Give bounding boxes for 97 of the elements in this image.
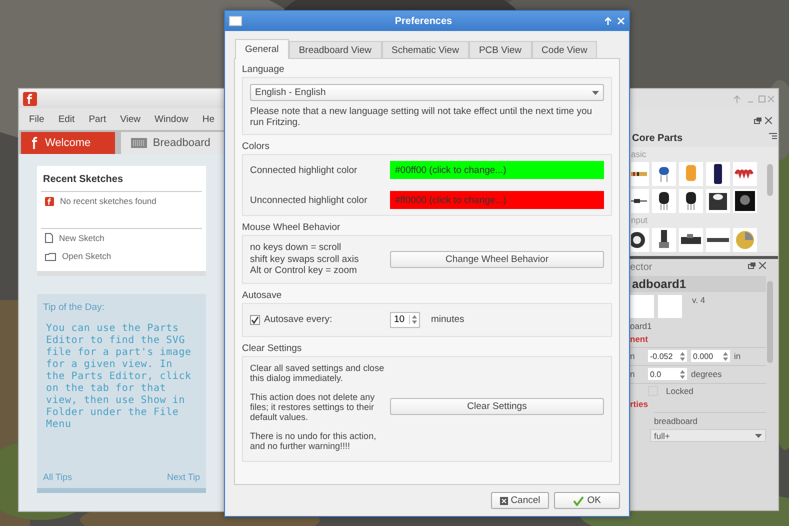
- unit-label: minutes: [431, 314, 464, 325]
- part-icon[interactable]: [631, 162, 649, 186]
- group-label: Colors: [242, 140, 270, 152]
- tip-title: Tip of the Day:: [43, 302, 106, 313]
- part-title: adboard1: [630, 276, 766, 292]
- image-thumbnail: [658, 295, 682, 318]
- section-heading: rties: [630, 399, 649, 409]
- settings-tab[interactable]: Code View: [532, 41, 598, 59]
- settings-tab[interactable]: Breadboard View: [288, 41, 382, 59]
- version-label: v. 4: [692, 295, 706, 305]
- close-icon[interactable]: [759, 262, 766, 269]
- menu-item[interactable]: View: [120, 114, 141, 124]
- part-icon[interactable]: [631, 189, 649, 213]
- number-field[interactable]: -0.052: [648, 350, 687, 362]
- section-heading: nent: [630, 334, 649, 344]
- sketch-link[interactable]: New Sketch: [59, 233, 104, 243]
- language-select[interactable]: English - English: [250, 84, 604, 101]
- empty-message: No recent sketches found: [60, 196, 156, 206]
- spin-arrows-icon[interactable]: [680, 352, 685, 360]
- checkmark-icon: [573, 496, 584, 506]
- unit-label: in: [734, 351, 741, 361]
- caret-icon: [755, 434, 762, 438]
- part-icon[interactable]: [706, 189, 730, 213]
- cancel-button[interactable]: Cancel: [490, 492, 550, 509]
- folder-icon: [45, 252, 56, 260]
- section-label: asic: [631, 148, 648, 161]
- row-label: n: [630, 369, 636, 379]
- view-tab[interactable]: Breadboard: [120, 132, 224, 154]
- help-text: shift key swaps scroll axis: [250, 254, 360, 265]
- warning-text: This action does not delete any files; it restores settings to their default values.: [250, 392, 376, 422]
- part-icon[interactable]: [652, 162, 676, 186]
- warning-text: Clear all saved settings and close this dialog immediately.: [250, 362, 386, 382]
- part-icon[interactable]: [652, 228, 676, 252]
- group-label: Autosave: [242, 288, 283, 300]
- window-icon: [229, 16, 242, 26]
- checkbox-label: Locked: [666, 386, 694, 396]
- number-field[interactable]: 0.0: [648, 368, 687, 380]
- part-icon[interactable]: [679, 228, 703, 252]
- card-title: Recent Sketches: [41, 172, 202, 192]
- document-icon: [45, 233, 53, 243]
- sketch-link[interactable]: Open Sketch: [62, 251, 112, 261]
- minutes-spinbox[interactable]: 10: [390, 312, 420, 328]
- warning-text: There is no undo for this action, and no further warning!!!!: [250, 430, 378, 450]
- unit-label: degrees: [691, 369, 722, 379]
- autosave-checkbox[interactable]: [250, 314, 260, 324]
- caret-icon: [592, 90, 599, 94]
- number-field[interactable]: 0.000: [691, 350, 730, 362]
- part-icon[interactable]: [706, 228, 730, 252]
- close-icon[interactable]: [765, 116, 772, 124]
- group-label: Language: [242, 63, 286, 75]
- ok-button[interactable]: OK: [554, 492, 620, 509]
- part-icon[interactable]: [679, 189, 703, 213]
- change-wheel-button[interactable]: Change Wheel Behavior: [390, 250, 604, 268]
- color-swatch-button[interactable]: #00ff00 (click to change...): [390, 161, 604, 179]
- menu-icon[interactable]: [769, 133, 777, 139]
- window-title: Preferences: [394, 16, 454, 26]
- spin-arrows-icon[interactable]: [680, 370, 685, 378]
- breadboard-icon: [130, 138, 147, 148]
- color-label: Connected highlight color: [250, 164, 358, 176]
- tip-text: You can use the Parts Editor to find the SVG file for a part's image for a given view. In the Parts Editor, click on the tab for that view, then use Show in Folder under the File Menu: [45, 322, 192, 432]
- group-label: Mouse Wheel Behavior: [242, 221, 342, 233]
- group-label: Clear Settings: [242, 342, 303, 354]
- settings-tab[interactable]: Schematic View: [382, 41, 469, 59]
- view-tab[interactable]: Welcome: [21, 132, 115, 154]
- app-logo-icon: [23, 92, 37, 106]
- app-logo-icon: [45, 196, 54, 206]
- color-label: Unconnected highlight color: [250, 194, 368, 206]
- part-subtitle: oard1: [630, 321, 653, 331]
- language-note: Please note that a new language setting will not take effect until the next time you run Fritzing.: [250, 106, 594, 128]
- settings-tab[interactable]: General: [235, 39, 289, 59]
- help-text: no keys down = scroll: [250, 242, 342, 254]
- family-value: breadboard: [654, 412, 766, 426]
- cancel-icon: [500, 496, 508, 504]
- menu-item[interactable]: Edit: [58, 114, 75, 124]
- menu-item[interactable]: Window: [154, 114, 188, 124]
- bin-title: Core Parts: [632, 133, 683, 144]
- float-icon[interactable]: [754, 116, 762, 124]
- menu-item[interactable]: Part: [88, 114, 106, 124]
- float-icon[interactable]: [748, 262, 756, 269]
- part-icon[interactable]: [631, 228, 649, 252]
- panel-title: ector: [630, 262, 652, 273]
- select-field[interactable]: full+: [650, 429, 766, 442]
- spin-arrows-icon[interactable]: [412, 315, 417, 324]
- part-icon[interactable]: [706, 162, 730, 186]
- part-icon[interactable]: [652, 189, 676, 213]
- clear-settings-button[interactable]: Clear Settings: [390, 398, 604, 415]
- app-logo-icon: [31, 136, 39, 150]
- settings-tab[interactable]: PCB View: [468, 41, 532, 59]
- row-label: n: [630, 351, 636, 361]
- spin-arrows-icon[interactable]: [723, 352, 728, 360]
- checkbox-label: Autosave every:: [264, 314, 332, 325]
- help-text: Alt or Control key = zoom: [250, 265, 358, 276]
- menu-item[interactable]: File: [29, 114, 44, 124]
- part-icon[interactable]: [733, 189, 757, 213]
- menu-item[interactable]: He: [202, 114, 214, 124]
- section-label: nput: [631, 214, 649, 227]
- image-thumbnail: [630, 295, 654, 318]
